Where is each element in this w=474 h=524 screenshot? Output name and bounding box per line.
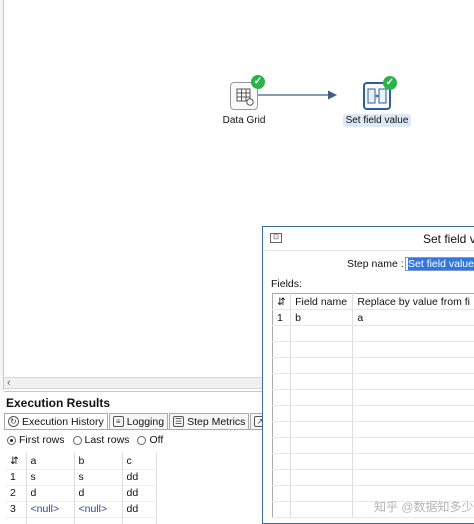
column-header[interactable]: c — [122, 453, 157, 470]
row-number-header-icon[interactable]: ⇵ — [6, 453, 27, 470]
tab-label: Logging — [126, 415, 165, 428]
radio-dot[interactable] — [137, 435, 147, 445]
set-field-value-icon[interactable]: ✓ — [363, 76, 397, 110]
step-set-field-value[interactable]: ✓ Set field value — [337, 76, 417, 127]
radio-last-rows[interactable]: Last rows — [72, 434, 130, 446]
dialog-title: Set field v — [423, 232, 474, 246]
tab-logging[interactable]: ≡ Logging — [108, 413, 169, 429]
preview-mode-radios: First rows Last rows Off — [7, 434, 171, 446]
table-cell: d — [26, 485, 75, 502]
tab-step-metrics[interactable]: ☰ Step Metrics — [169, 413, 250, 429]
column-header[interactable]: Field name — [290, 293, 354, 310]
history-icon: ↻ — [8, 416, 19, 427]
table-row[interactable]: 2 d d dd — [6, 485, 157, 502]
step-data-grid[interactable]: ✓ Data Grid — [204, 75, 284, 127]
left-panel-edge — [0, 0, 4, 390]
step-label: Set field value — [342, 114, 412, 127]
table-cell: dd — [122, 485, 157, 502]
row-number: 1 — [6, 469, 27, 486]
table-cell[interactable]: b — [290, 309, 354, 326]
set-field-value-dialog: ⊡ Set field v Step name : Set field valu… — [262, 226, 474, 524]
table-cell[interactable]: a — [352, 309, 474, 326]
table-row — [6, 517, 157, 524]
step-name-label: Step name : — [347, 258, 404, 270]
preview-data-table: ⇵ a b c 1 s s dd 2 d d dd 3 <null> <null… — [6, 453, 157, 524]
tab-label: Execution History — [22, 415, 104, 428]
table-cell: <null> — [26, 501, 75, 518]
radio-dot[interactable] — [72, 435, 82, 445]
table-cell: d — [74, 485, 123, 502]
table-header-row: ⇵ a b c — [6, 453, 157, 470]
status-ok-icon: ✓ — [251, 75, 265, 89]
column-header[interactable]: Replace by value from fi — [352, 293, 474, 310]
status-ok-icon: ✓ — [383, 76, 397, 90]
step-name-selected-text: Set field value — [408, 258, 474, 270]
radio-label: Last rows — [84, 434, 130, 446]
dialog-titlebar[interactable]: ⊡ Set field v — [263, 227, 474, 251]
scroll-left-icon[interactable]: ‹ — [7, 377, 11, 389]
step-label: Data Grid — [222, 115, 266, 126]
step-name-input[interactable]: Set field value — [405, 257, 474, 271]
table-cell: s — [74, 469, 123, 486]
table-cell: s — [26, 469, 75, 486]
tab-label: Step Metrics — [187, 415, 246, 428]
dialog-window-icon: ⊡ — [270, 233, 282, 243]
table-header-row: ⇵ Field name Replace by value from fi — [272, 293, 474, 310]
execution-tabs: ↻ Execution History ≡ Logging ☰ Step Met… — [4, 413, 287, 430]
step-metrics-icon: ☰ — [173, 416, 185, 427]
column-header[interactable]: b — [74, 453, 123, 470]
row-number: 2 — [6, 485, 27, 502]
radio-first-rows[interactable]: First rows — [7, 434, 65, 446]
row-number-header-icon[interactable]: ⇵ — [272, 293, 292, 310]
radio-label: Off — [149, 434, 164, 446]
data-grid-icon[interactable]: ✓ — [230, 75, 265, 110]
row-number: 3 — [6, 501, 27, 518]
column-header[interactable]: a — [26, 453, 75, 470]
table-cell: dd — [122, 469, 157, 486]
table-row[interactable]: 3 <null> <null> dd — [6, 501, 157, 518]
radio-label: First rows — [19, 434, 65, 446]
execution-results-title: Execution Results — [6, 396, 111, 410]
tab-execution-history[interactable]: ↻ Execution History — [4, 413, 108, 429]
radio-dot[interactable] — [7, 435, 16, 445]
table-row[interactable]: 1 b a — [272, 309, 474, 326]
fields-table: ⇵ Field name Replace by value from fi 1 … — [272, 293, 474, 518]
watermark: 知乎 @数据知多少 — [374, 500, 474, 514]
table-cell: dd — [122, 501, 157, 518]
table-cell: <null> — [74, 501, 123, 518]
fields-label: Fields: — [271, 278, 302, 290]
radio-off[interactable]: Off — [137, 434, 163, 446]
table-row[interactable]: 1 s s dd — [6, 469, 157, 486]
logging-icon: ≡ — [112, 416, 124, 427]
row-number: 1 — [272, 309, 292, 326]
